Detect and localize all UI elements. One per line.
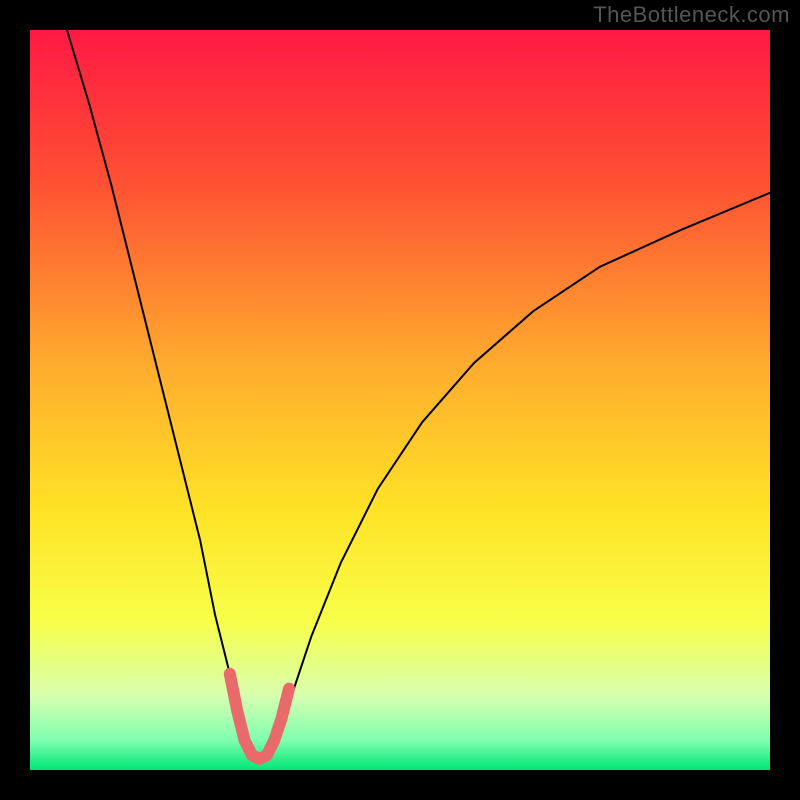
watermark-text: TheBottleneck.com (593, 2, 790, 28)
bottleneck-plot (30, 30, 770, 770)
chart-frame: TheBottleneck.com (0, 0, 800, 800)
plot-background (30, 30, 770, 770)
